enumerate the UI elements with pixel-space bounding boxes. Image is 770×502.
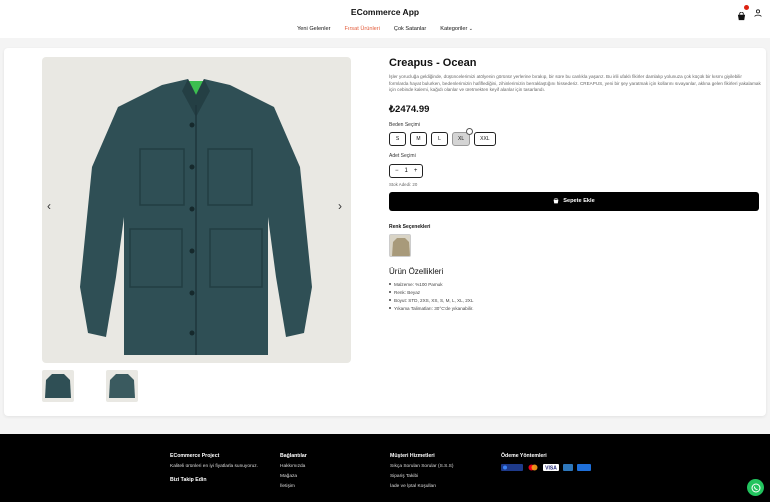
footer-brand: ECommerce Project xyxy=(170,453,220,459)
site-header: ECommerce App Yeni Gelenler Fırsat Ürünl… xyxy=(0,0,770,38)
visa-icon: VISA xyxy=(543,464,559,471)
size-option-s[interactable]: S xyxy=(389,131,406,146)
product-features-title: Ürün Özellikleri xyxy=(389,266,444,276)
nav-deals[interactable]: Fırsat Ürünleri xyxy=(344,26,379,32)
quantity-increase-button[interactable]: + xyxy=(414,168,418,174)
site-footer: ECommerce Project Kaliteli ürünleri en i… xyxy=(0,434,770,502)
iyzico-icon xyxy=(577,464,591,471)
whatsapp-button[interactable] xyxy=(747,479,764,496)
footer-link-order-tracking[interactable]: Sipariş Takibi xyxy=(390,474,453,479)
header-icons xyxy=(737,5,762,21)
quantity-value[interactable]: 1 xyxy=(405,168,408,174)
quantity-label: Adet Seçimi xyxy=(389,152,416,159)
product-description: İşler yorucluğa geldiğinde, düşüncelerim… xyxy=(389,74,761,93)
quantity-stepper: − 1 + xyxy=(389,163,424,178)
footer-links: Bağlantılar Hakkımızda Mağaza İletişim xyxy=(280,453,307,489)
mastercard-icon xyxy=(528,464,538,471)
product-features-list: Malzeme: %100 Pamuk Renk: Beyaz Boyut: S… xyxy=(389,282,762,311)
product-title: Creapus - Ocean xyxy=(389,57,477,69)
payment-logos: VISA xyxy=(501,464,591,471)
shopping-bag-icon xyxy=(553,198,559,204)
footer-link-contact[interactable]: İletişim xyxy=(280,484,307,489)
footer-about: ECommerce Project Kaliteli ürünleri en i… xyxy=(170,453,265,483)
thumbnail-1[interactable] xyxy=(42,370,74,402)
nav-new-arrivals[interactable]: Yeni Gelenler xyxy=(297,26,330,32)
footer-link-returns[interactable]: İade ve İptal Koşulları xyxy=(390,484,453,489)
color-swatch[interactable] xyxy=(389,233,411,257)
add-to-cart-label: Sepete Ekle xyxy=(563,198,595,205)
shopping-bag-icon xyxy=(737,11,746,21)
feature-sizes: Boyut: STD, 2XS, XS, S, M, L, XL, 2XL xyxy=(389,298,762,303)
size-option-xxl[interactable]: XXL xyxy=(474,131,496,146)
svg-text:VISA: VISA xyxy=(545,466,557,472)
cart-button[interactable] xyxy=(737,5,749,21)
brand-logo[interactable]: ECommerce App xyxy=(0,7,770,17)
footer-link-faq[interactable]: Sıkça Sorulan Sorular (S.S.S) xyxy=(390,464,453,469)
main-nav: Yeni Gelenler Fırsat Ürünleri Çok Satanl… xyxy=(0,26,770,32)
footer-customer-service: Müşteri Hizmetleri Sıkça Sorulan Sorular… xyxy=(390,453,453,489)
product-info: Creapus - Ocean İşler yorucluğa geldiğin… xyxy=(389,57,762,314)
jacket-thumb-image xyxy=(109,374,135,398)
footer-follow-title: Bizi Takip Edin xyxy=(170,476,207,483)
feature-color: Renk: Beyaz xyxy=(389,290,762,295)
footer-service-title: Müşteri Hizmetleri xyxy=(390,453,435,459)
size-option-l[interactable]: L xyxy=(431,131,448,146)
size-label: Beden Seçimi xyxy=(389,121,420,128)
footer-payments-title: Ödeme Yöntemleri xyxy=(501,453,547,459)
jacket-swatch-image xyxy=(392,237,410,256)
cart-badge xyxy=(744,5,749,10)
selected-indicator xyxy=(466,127,474,135)
footer-payments: Ödeme Yöntemleri VISA xyxy=(501,453,591,471)
jacket-thumb-image xyxy=(45,374,71,398)
troy-logo-icon xyxy=(501,464,523,471)
size-selector: S M L XL XXL xyxy=(389,127,762,146)
size-option-xl[interactable]: XL xyxy=(452,127,474,146)
product-card: ‹ › Creapus - Ocean İşler yorucluğa geld… xyxy=(4,48,766,416)
product-price: ₺2474.99 xyxy=(389,103,430,115)
whatsapp-icon xyxy=(751,483,760,492)
nav-categories-dropdown[interactable]: Kategoriler xyxy=(440,26,473,32)
next-image-arrow[interactable]: › xyxy=(338,199,342,213)
color-options-title: Renk Seçenekleri xyxy=(389,223,431,230)
nav-best-sellers[interactable]: Çok Satanlar xyxy=(394,26,426,32)
product-main-image xyxy=(42,57,351,363)
prev-image-arrow[interactable]: ‹ xyxy=(47,199,51,213)
size-option-m[interactable]: M xyxy=(410,131,427,146)
footer-about-text: Kaliteli ürünleri en iyi fiyatlarla sunu… xyxy=(170,464,258,469)
add-to-cart-button[interactable]: Sepete Ekle xyxy=(389,191,759,211)
footer-links-title: Bağlantılar xyxy=(280,453,307,459)
user-icon[interactable] xyxy=(754,8,762,17)
size-option-label: XL xyxy=(458,135,465,142)
jacket-image xyxy=(80,79,312,355)
thumbnail-2[interactable] xyxy=(106,370,138,402)
stock-count: Stok Adedi: 20 xyxy=(389,181,418,187)
amex-icon xyxy=(563,464,573,471)
feature-material: Malzeme: %100 Pamuk xyxy=(389,282,762,287)
quantity-decrease-button[interactable]: − xyxy=(395,168,399,174)
feature-washing: Yıkama Talimatları: 30°C'de yıkanabilir. xyxy=(389,306,762,311)
footer-link-about[interactable]: Hakkımızda xyxy=(280,464,307,469)
footer-link-store[interactable]: Mağaza xyxy=(280,474,307,479)
